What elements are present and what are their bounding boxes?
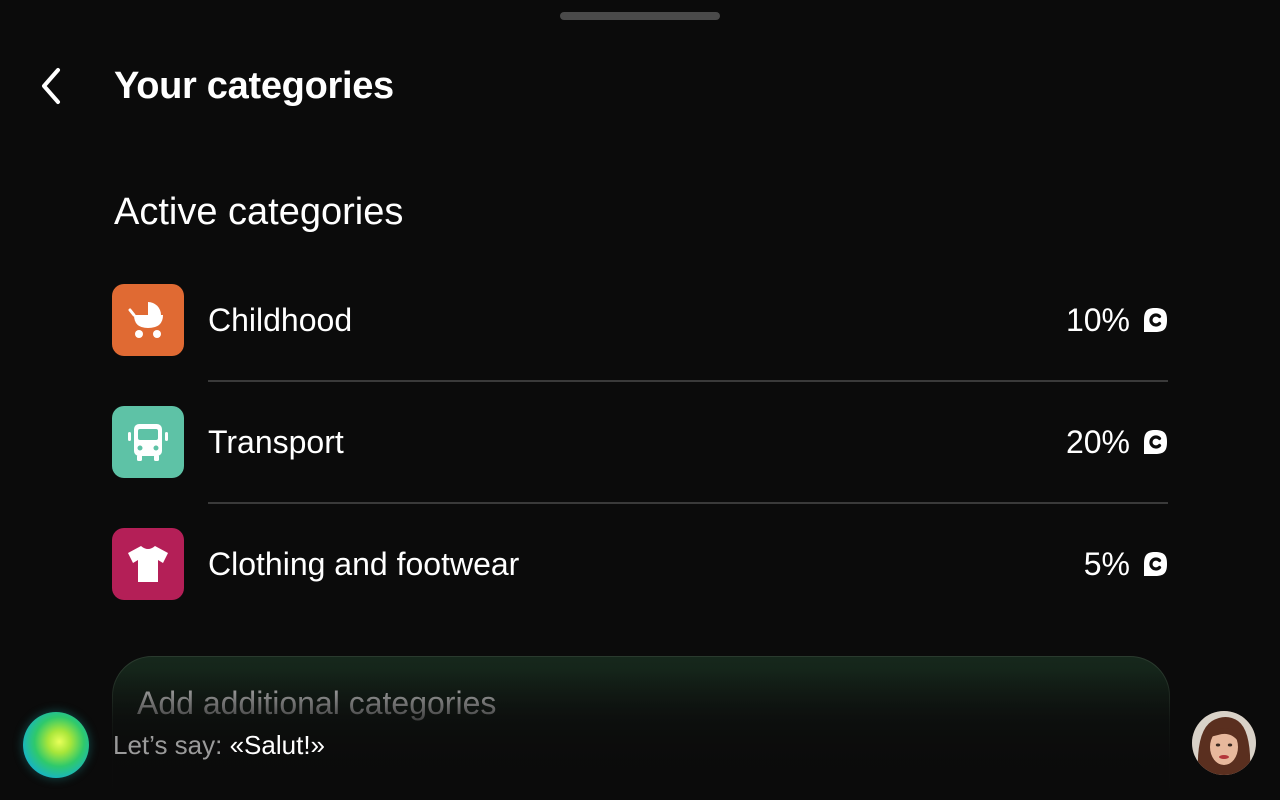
row-divider xyxy=(208,380,1168,382)
category-percent: 5% xyxy=(1083,546,1130,582)
categories-list: Childhood 10% Transport 20% Clothing and… xyxy=(112,284,1168,650)
category-label: Transport xyxy=(208,424,344,460)
bus-icon xyxy=(128,424,168,461)
category-icon-tile xyxy=(112,528,184,600)
section-title: Active categories xyxy=(114,191,404,233)
category-label: Clothing and footwear xyxy=(208,546,520,582)
category-value: 10% xyxy=(1066,300,1168,340)
back-button[interactable] xyxy=(30,62,74,110)
user-avatar-icon xyxy=(1192,711,1256,775)
category-icon-tile xyxy=(112,406,184,478)
avatar[interactable] xyxy=(1192,711,1256,775)
category-icon-tile xyxy=(112,284,184,356)
cashback-icon xyxy=(1144,308,1167,332)
assistant-bar: Let’s say: «Salut!» xyxy=(0,708,1280,788)
category-percent: 10% xyxy=(1065,302,1130,338)
cashback-icon xyxy=(1144,430,1167,454)
page-title: Your categories xyxy=(114,65,394,107)
baby-stroller-icon xyxy=(128,302,163,338)
header: Your categories xyxy=(0,56,1280,116)
category-row-clothing[interactable]: Clothing and footwear 5% xyxy=(112,528,1168,650)
category-value: 5% xyxy=(1084,544,1168,584)
cashback-icon xyxy=(1144,552,1167,576)
tshirt-icon xyxy=(128,546,168,582)
assistant-hint: Let’s say: «Salut!» xyxy=(113,728,325,762)
category-row-transport[interactable]: Transport 20% xyxy=(112,406,1168,528)
row-divider xyxy=(208,502,1168,504)
category-value: 20% xyxy=(1066,422,1168,462)
screen: Your categories Active categories Childh… xyxy=(0,0,1280,800)
hint-prefix: Let’s say: xyxy=(113,730,223,760)
assistant-orb-icon[interactable] xyxy=(23,712,89,778)
category-percent: 20% xyxy=(1065,424,1130,460)
drag-handle[interactable] xyxy=(560,12,720,20)
hint-phrase: «Salut!» xyxy=(229,730,325,760)
chevron-left-icon xyxy=(42,68,60,104)
category-row-childhood[interactable]: Childhood 10% xyxy=(112,284,1168,406)
category-label: Childhood xyxy=(208,302,353,338)
